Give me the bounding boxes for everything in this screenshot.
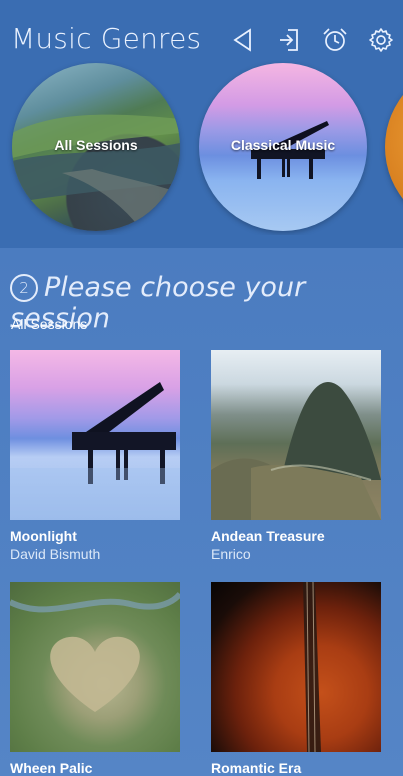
header: Music Genres All Sessions Classical Musi… <box>0 0 403 248</box>
violin-image <box>303 582 321 752</box>
session-name: Andean Treasure <box>211 528 325 544</box>
back-icon[interactable] <box>229 26 257 54</box>
session-thumbnail[interactable] <box>211 350 381 520</box>
genre-label: Classical Music <box>230 137 336 153</box>
session-name: Moonlight <box>10 528 77 544</box>
session-card[interactable]: Andean Treasure Enrico <box>211 350 381 562</box>
piano-image <box>251 121 329 179</box>
settings-icon[interactable] <box>367 26 395 54</box>
genre-carousel[interactable]: All Sessions Classical Music <box>0 60 403 235</box>
genre-classical-music[interactable]: Classical Music <box>199 63 367 231</box>
session-card[interactable]: Moonlight David Bismuth <box>10 350 180 562</box>
piano-image <box>10 382 180 520</box>
session-name: Wheen Palic <box>10 760 93 776</box>
genre-label: All Sessions <box>54 137 138 153</box>
genre-all-sessions[interactable]: All Sessions <box>12 63 180 231</box>
session-name: Romantic Era <box>211 760 302 776</box>
app-root: Music Genres All Sessions Classical Musi… <box>0 0 403 776</box>
alarm-icon[interactable] <box>321 26 349 54</box>
step-number-badge: 2 <box>10 274 38 302</box>
session-artist: David Bismuth <box>10 546 101 562</box>
session-artist: Enrico <box>211 546 251 562</box>
session-thumbnail[interactable] <box>211 582 381 752</box>
section-subtitle: All Sessions <box>11 316 88 332</box>
session-thumbnail[interactable] <box>10 582 180 752</box>
session-card[interactable]: Wheen Palic <box>10 582 180 776</box>
toolbar <box>229 26 395 54</box>
session-thumbnail[interactable] <box>10 350 180 520</box>
mountain-ruins-image <box>211 381 381 520</box>
session-card[interactable]: Romantic Era <box>211 582 381 776</box>
heart-field-image <box>10 591 180 712</box>
page-title: Music Genres <box>11 22 202 55</box>
genre-partial[interactable] <box>385 63 403 231</box>
exit-icon[interactable] <box>275 26 303 54</box>
